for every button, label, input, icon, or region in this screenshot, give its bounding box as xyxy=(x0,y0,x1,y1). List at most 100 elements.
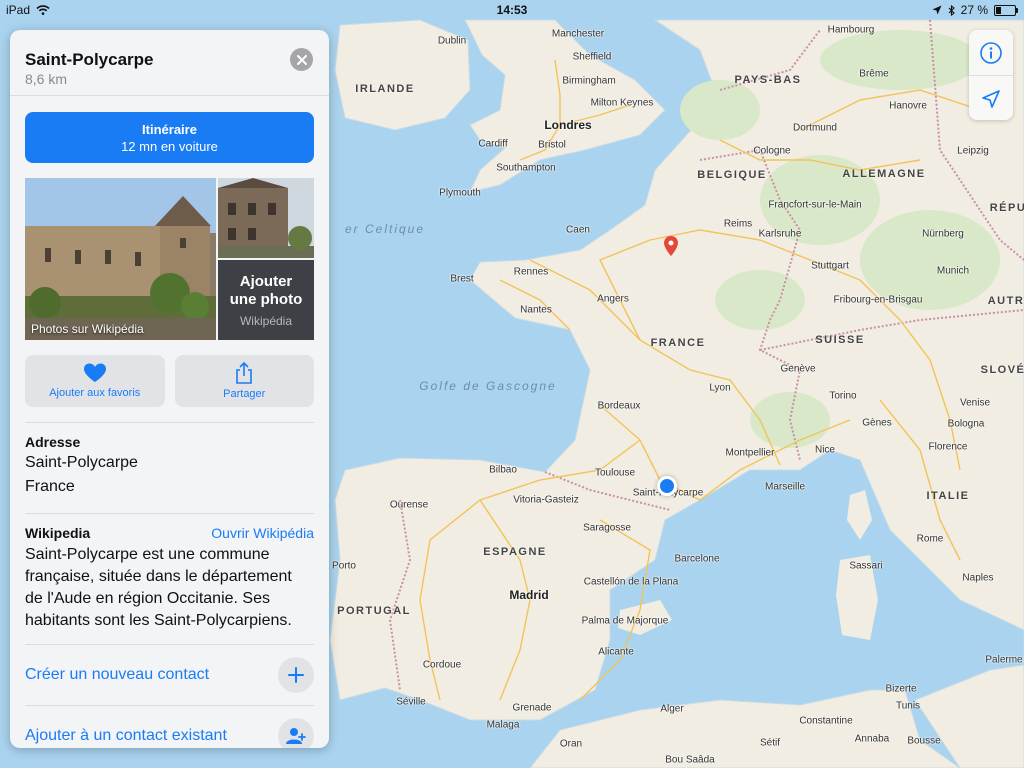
city-label: Nantes xyxy=(520,304,552,316)
share-label: Partager xyxy=(223,388,266,400)
city-label: Hanovre xyxy=(889,100,927,112)
battery-fill xyxy=(996,6,1001,14)
close-button[interactable] xyxy=(290,48,313,71)
current-location-dot[interactable] xyxy=(657,476,677,496)
city-label: Barcelone xyxy=(674,553,720,565)
country-label: SUISSE xyxy=(815,334,865,346)
city-label: Gènes xyxy=(862,417,892,429)
city-label: Cologne xyxy=(753,145,791,157)
sea-label: er Celtique xyxy=(344,222,426,236)
existing-contact-label: Ajouter à un contact existant xyxy=(25,727,227,744)
country-label: ALLEMAGNE xyxy=(842,168,926,180)
city-label: Caen xyxy=(566,224,590,236)
city-label: Nürnberg xyxy=(922,228,964,240)
city-label: Malaga xyxy=(486,719,520,731)
add-person-icon xyxy=(286,728,306,744)
city-label: Stuttgart xyxy=(811,260,849,272)
city-label: Bordeaux xyxy=(597,400,641,412)
city-label: Madrid xyxy=(509,588,549,602)
place-card: Saint-Polycarpe 8,6 km Itinéraire 12 mn … xyxy=(10,30,329,748)
city-label: Grenade xyxy=(512,702,552,714)
city-label: Fribourg-en-Brisgau xyxy=(833,294,923,306)
city-label: Cordoue xyxy=(422,659,462,671)
address-line-1: Saint-Polycarpe xyxy=(25,454,138,471)
photo-caption: Photos sur Wikipédia xyxy=(31,322,144,336)
track-location-button[interactable] xyxy=(969,75,1013,120)
directions-eta: 12 mn en voiture xyxy=(121,138,218,154)
directions-label: Itinéraire xyxy=(142,121,197,137)
city-label: Naples xyxy=(962,572,994,584)
city-label: Torino xyxy=(829,390,857,402)
city-label: Dortmund xyxy=(793,122,837,134)
status-bar: iPad 14:53 27 % xyxy=(0,0,1024,20)
open-wikipedia-link[interactable]: Ouvrir Wikipédia xyxy=(211,525,314,541)
country-label: RÉPU xyxy=(989,202,1024,214)
city-label: Milton Keynes xyxy=(590,97,654,109)
city-label: Bousse xyxy=(907,735,941,747)
country-label: BELGIQUE xyxy=(697,169,767,181)
city-label: Angers xyxy=(597,293,629,305)
action-buttons: Ajouter aux favoris Partager xyxy=(25,355,314,407)
city-label: Reims xyxy=(723,218,753,230)
city-label: Hambourg xyxy=(827,24,875,36)
sea-label: Golfe de Gascogne xyxy=(419,379,557,393)
battery-icon xyxy=(994,4,1018,16)
city-label: Oran xyxy=(559,738,583,750)
wifi-icon xyxy=(36,5,50,15)
country-label: PAYS-BAS xyxy=(734,74,802,86)
wikipedia-header: Wikipedia Ouvrir Wikipédia xyxy=(25,525,314,541)
wikipedia-section: Wikipedia Ouvrir Wikipédia Saint-Polycar… xyxy=(25,513,314,632)
city-label: Castellón de la Plana xyxy=(583,576,679,588)
city-label: Saragosse xyxy=(583,522,631,534)
city-label: Montpellier xyxy=(725,447,775,459)
new-contact-label: Créer un nouveau contact xyxy=(25,666,210,683)
place-distance: 8,6 km xyxy=(25,71,68,87)
city-label: Dublin xyxy=(437,35,467,47)
city-label: Palerme xyxy=(985,654,1023,666)
plus-icon xyxy=(288,667,304,683)
city-label: Lyon xyxy=(709,382,731,394)
wikipedia-heading: Wikipedia xyxy=(25,525,91,541)
bluetooth-icon xyxy=(948,4,955,16)
existing-contact-row[interactable]: Ajouter à un contact existant xyxy=(25,705,314,748)
main-photo[interactable]: Photos sur Wikipédia xyxy=(25,178,216,340)
city-label: Palma de Majorque xyxy=(581,615,669,627)
card-header: Saint-Polycarpe 8,6 km xyxy=(10,30,329,96)
city-label: Bilbao xyxy=(489,464,517,476)
heart-icon xyxy=(83,363,106,382)
add-photo-button[interactable]: Ajouter une photo Wikipédia xyxy=(218,260,314,340)
battery-percent: 27 % xyxy=(960,3,988,17)
new-contact-button[interactable] xyxy=(278,657,314,693)
city-label: Genève xyxy=(780,363,816,375)
country-label: SLOVÉ xyxy=(980,364,1024,376)
city-label: Séville xyxy=(396,696,426,708)
secondary-photo[interactable] xyxy=(218,178,314,258)
city-label: Alger xyxy=(660,703,684,715)
status-time: 14:53 xyxy=(496,3,528,17)
address-heading: Adresse xyxy=(25,434,81,450)
city-label: Florence xyxy=(928,441,968,453)
city-label: Brest xyxy=(450,273,474,285)
city-label: Southampton xyxy=(496,162,556,174)
city-label: Vitoria-Gasteiz xyxy=(513,494,579,506)
existing-contact-button[interactable] xyxy=(278,718,314,748)
place-title: Saint-Polycarpe xyxy=(25,50,154,69)
country-label: ITALIE xyxy=(926,490,970,502)
directions-button[interactable]: Itinéraire 12 mn en voiture xyxy=(25,112,314,163)
city-label: Leipzig xyxy=(957,145,989,157)
city-label: Bristol xyxy=(538,139,566,151)
city-label: Cardiff xyxy=(478,138,508,150)
city-label: Londres xyxy=(544,118,592,132)
new-contact-row[interactable]: Créer un nouveau contact xyxy=(25,644,314,705)
city-label: Bologna xyxy=(947,418,985,430)
city-label: Porto xyxy=(332,560,356,572)
city-label: Alicante xyxy=(598,646,634,658)
map-info-button[interactable] xyxy=(969,30,1013,75)
location-services-icon xyxy=(932,5,942,15)
add-favorite-label: Ajouter aux favoris xyxy=(49,387,141,399)
add-favorite-button[interactable]: Ajouter aux favoris xyxy=(25,355,165,407)
city-label: Sétif xyxy=(759,737,781,749)
address-line-2: France xyxy=(25,478,75,495)
city-label: Karlsruhe xyxy=(758,228,802,240)
share-button[interactable]: Partager xyxy=(174,355,314,407)
